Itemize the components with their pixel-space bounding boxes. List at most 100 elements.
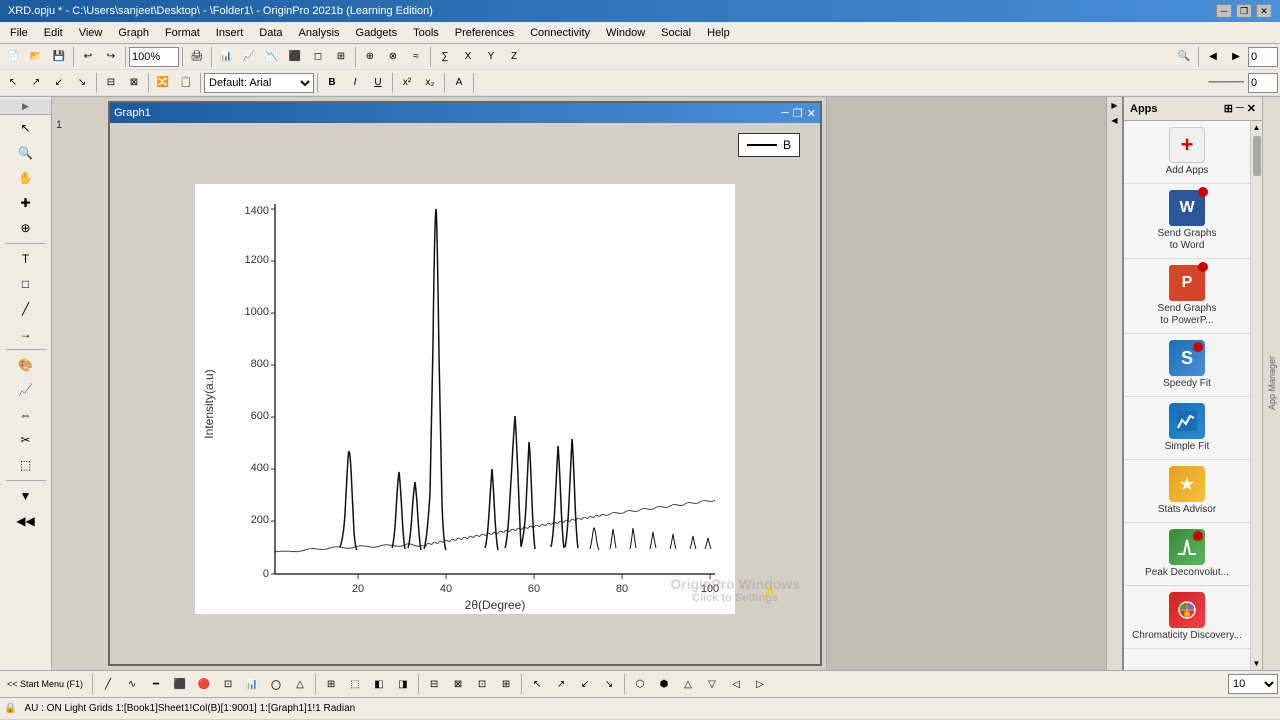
- tb2-b6[interactable]: ⊠: [123, 72, 145, 94]
- tb-b8[interactable]: ⊗: [382, 46, 404, 68]
- menu-graph[interactable]: Graph: [110, 25, 157, 41]
- graph-restore[interactable]: ❐: [793, 107, 803, 120]
- tb-b10[interactable]: ∑: [434, 46, 456, 68]
- shape-tool[interactable]: □: [3, 272, 49, 296]
- bt-b2[interactable]: ∿: [121, 673, 143, 695]
- close-button[interactable]: ✕: [1256, 4, 1272, 18]
- graph-close[interactable]: ✕: [807, 107, 816, 120]
- tb2-b8[interactable]: 📋: [175, 72, 197, 94]
- size-select[interactable]: 10: [1228, 674, 1278, 694]
- menu-file[interactable]: File: [2, 25, 36, 41]
- tb-b11[interactable]: X: [457, 46, 479, 68]
- menu-data[interactable]: Data: [251, 25, 290, 41]
- menu-analysis[interactable]: Analysis: [291, 25, 348, 41]
- bt-b1[interactable]: ╱: [97, 673, 119, 695]
- font-select[interactable]: Default: Arial: [204, 73, 314, 93]
- zoom-input[interactable]: [129, 47, 179, 67]
- menu-tools[interactable]: Tools: [405, 25, 447, 41]
- open-button[interactable]: 📂: [25, 46, 47, 68]
- graph-window[interactable]: Graph1 ─ ❐ ✕ B: [108, 101, 822, 666]
- tb-b12[interactable]: Y: [480, 46, 502, 68]
- start-menu-btn[interactable]: << Start Menu (F1): [2, 673, 88, 695]
- menu-edit[interactable]: Edit: [36, 25, 71, 41]
- app-send-word[interactable]: W Send Graphsto Word: [1124, 184, 1250, 259]
- minimize-button[interactable]: ─: [1216, 4, 1232, 18]
- tb-b9[interactable]: ≈: [405, 46, 427, 68]
- app-simple-fit[interactable]: Simple Fit: [1124, 397, 1250, 460]
- graph-tool[interactable]: 📈: [3, 378, 49, 402]
- bt-b19[interactable]: ↗: [550, 673, 572, 695]
- app-add-apps[interactable]: + Add Apps: [1124, 121, 1250, 184]
- tb2-b4[interactable]: ↘: [71, 72, 93, 94]
- restore-button[interactable]: ❐: [1236, 4, 1252, 18]
- subscript-button[interactable]: x₂: [419, 72, 441, 94]
- page-num-input[interactable]: [1248, 47, 1278, 67]
- menu-social[interactable]: Social: [653, 25, 699, 41]
- bt-b18[interactable]: ↖: [526, 673, 548, 695]
- redo-button[interactable]: ↪: [100, 46, 122, 68]
- bt-b6[interactable]: ⊡: [217, 673, 239, 695]
- italic-button[interactable]: I: [344, 72, 366, 94]
- underline-button[interactable]: U: [367, 72, 389, 94]
- bt-b5[interactable]: 🔴: [193, 673, 215, 695]
- app-send-ppt[interactable]: P Send Graphsto PowerP...: [1124, 259, 1250, 334]
- region-tool[interactable]: ⬚: [3, 453, 49, 477]
- graph-minimize[interactable]: ─: [781, 107, 789, 120]
- tb-search[interactable]: 🔍: [1173, 46, 1195, 68]
- app-chromaticity[interactable]: Chromaticity Discovery...: [1124, 586, 1250, 649]
- apps-minimize-icon[interactable]: ─: [1236, 102, 1244, 115]
- bt-b8[interactable]: 〇: [265, 673, 287, 695]
- tb-b1[interactable]: 📊: [215, 46, 237, 68]
- tb2-b2[interactable]: ↗: [25, 72, 47, 94]
- undo-button[interactable]: ↩: [77, 46, 99, 68]
- scroll-thumb[interactable]: [1253, 136, 1261, 176]
- apps-expand-icon[interactable]: ⊞: [1224, 102, 1233, 115]
- tb-extra2[interactable]: ▶: [1225, 46, 1247, 68]
- bt-b10[interactable]: ⊞: [320, 673, 342, 695]
- tb2-b5[interactable]: ⊟: [100, 72, 122, 94]
- scale-tool[interactable]: ⇔: [3, 403, 49, 427]
- bt-b23[interactable]: ⬢: [653, 673, 675, 695]
- line-size-input[interactable]: [1248, 73, 1278, 93]
- menu-insert[interactable]: Insert: [208, 25, 252, 41]
- bt-b20[interactable]: ↙: [574, 673, 596, 695]
- menu-connectivity[interactable]: Connectivity: [522, 25, 598, 41]
- apps-scrollbar[interactable]: ▲ ▼: [1250, 121, 1262, 670]
- bt-b4[interactable]: ⬛: [169, 673, 191, 695]
- bt-b14[interactable]: ⊟: [423, 673, 445, 695]
- print-button[interactable]: 🖨: [186, 46, 208, 68]
- bt-b24[interactable]: △: [677, 673, 699, 695]
- tb-b2[interactable]: 📈: [238, 46, 260, 68]
- crosshair-tool[interactable]: ✚: [3, 191, 49, 215]
- bt-b7[interactable]: 📊: [241, 673, 263, 695]
- tb-b5[interactable]: ◻: [307, 46, 329, 68]
- tb-b6[interactable]: ⊞: [330, 46, 352, 68]
- bt-b16[interactable]: ⊡: [471, 673, 493, 695]
- rt-btn-1[interactable]: ▶: [1109, 99, 1119, 112]
- bt-b11[interactable]: ⬚: [344, 673, 366, 695]
- bt-b17[interactable]: ⊞: [495, 673, 517, 695]
- app-speedy-fit[interactable]: S Speedy Fit: [1124, 334, 1250, 397]
- tb-extra1[interactable]: ◀: [1202, 46, 1224, 68]
- bt-b26[interactable]: ◁: [725, 673, 747, 695]
- rt-btn-2[interactable]: ◀: [1109, 114, 1119, 127]
- color-btn[interactable]: 🎨: [3, 353, 49, 377]
- bt-b25[interactable]: ▽: [701, 673, 723, 695]
- menu-preferences[interactable]: Preferences: [447, 25, 522, 41]
- expand-tool[interactable]: ◀◀: [3, 509, 49, 533]
- mask-tool[interactable]: ✂: [3, 428, 49, 452]
- tb-b13[interactable]: Z: [503, 46, 525, 68]
- bt-b3[interactable]: ━: [145, 673, 167, 695]
- tb2-line[interactable]: ─────: [1206, 72, 1247, 94]
- menu-gadgets[interactable]: Gadgets: [348, 25, 406, 41]
- more-tools[interactable]: ▼: [3, 484, 49, 508]
- app-peak-deconv[interactable]: Peak Deconvolut...: [1124, 523, 1250, 586]
- bold-button[interactable]: B: [321, 72, 343, 94]
- tb-b4[interactable]: ⬛: [284, 46, 306, 68]
- menu-view[interactable]: View: [71, 25, 111, 41]
- tb-b7[interactable]: ⊕: [359, 46, 381, 68]
- new-button[interactable]: 📄: [2, 46, 24, 68]
- superscript-button[interactable]: x²: [396, 72, 418, 94]
- pointer-tool[interactable]: ↖: [3, 116, 49, 140]
- line-tool[interactable]: ╱: [3, 297, 49, 321]
